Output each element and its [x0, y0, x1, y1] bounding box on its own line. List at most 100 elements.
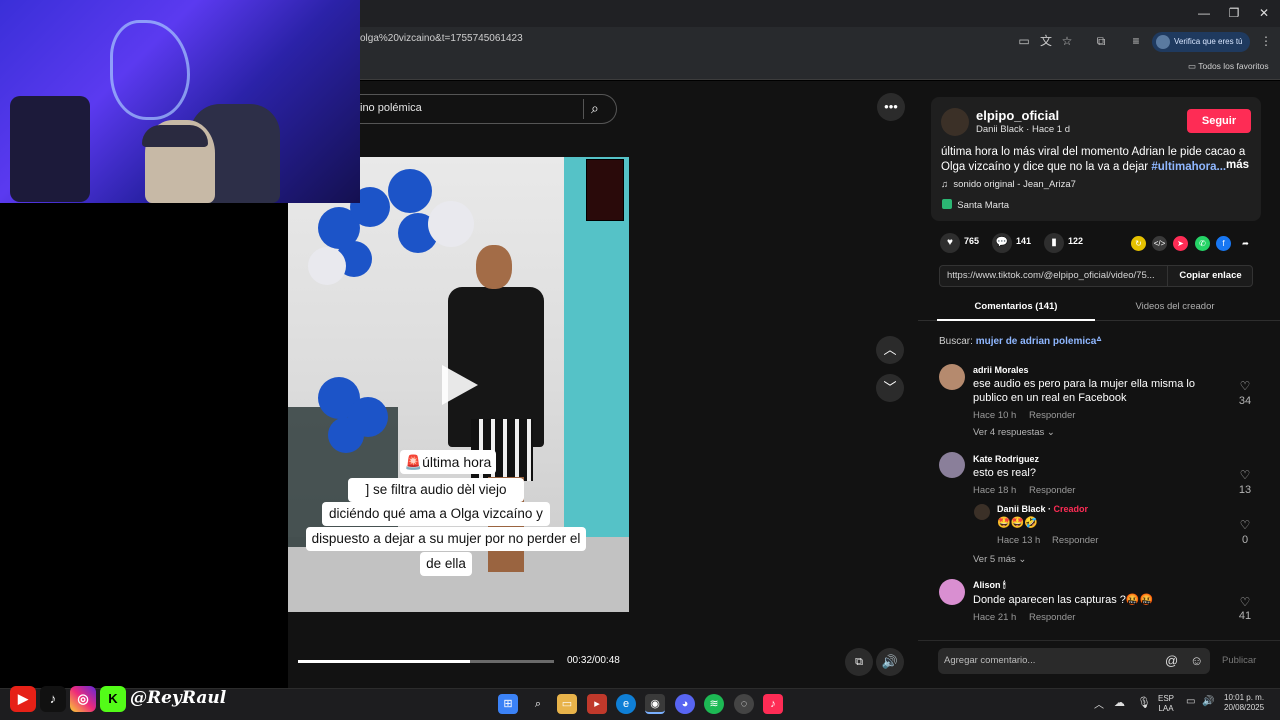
- more-link[interactable]: más: [1226, 159, 1249, 171]
- taskbar-search-icon[interactable]: ⌕: [528, 694, 548, 714]
- microphone-icon[interactable]: 🎙: [1137, 696, 1151, 709]
- reply-like-icon[interactable]: ♡: [1233, 518, 1257, 532]
- language-indicator[interactable]: ESP LAA: [1158, 694, 1174, 714]
- volume-icon[interactable]: 🔊: [876, 648, 904, 676]
- comment-time: Hace 18 h: [973, 485, 1017, 496]
- profile-avatar: [1156, 35, 1170, 49]
- reply-button[interactable]: Responder: [1029, 485, 1075, 496]
- pip-icon[interactable]: ⧉: [845, 648, 873, 676]
- comment-time: Hace 10 h: [973, 410, 1017, 421]
- mention-icon[interactable]: @: [1165, 653, 1178, 668]
- commenter-avatar[interactable]: [939, 579, 965, 605]
- minimize-button[interactable]: —: [1194, 4, 1214, 22]
- commenter-avatar[interactable]: [939, 364, 965, 390]
- video-person-head: [476, 245, 512, 289]
- webcam-overlay: [0, 0, 360, 203]
- share-arrow-icon[interactable]: ➦: [1238, 236, 1253, 251]
- profile-verify-chip[interactable]: Verifica que eres tú: [1152, 32, 1250, 52]
- comment-like-count: 34: [1238, 395, 1252, 407]
- network-icon[interactable]: ▭: [1186, 696, 1195, 707]
- comment-text: Donde aparecen las capturas ?🤬🤬: [973, 594, 1154, 606]
- app-icon[interactable]: ▸: [587, 694, 607, 714]
- follow-button[interactable]: Seguir: [1187, 109, 1251, 133]
- video-caption-line-2: diciéndo qué ama a Olga vizcaíno y que e…: [322, 502, 550, 545]
- cast-icon[interactable]: ▭: [1016, 33, 1032, 49]
- comment-like-icon[interactable]: ♡: [1233, 468, 1257, 482]
- emoji-icon[interactable]: ☺: [1190, 653, 1203, 668]
- all-favorites-link[interactable]: ▭ Todos los favoritos: [1188, 61, 1269, 72]
- kick-icon: K: [100, 686, 126, 712]
- start-icon[interactable]: ⊞: [498, 694, 518, 714]
- view-more-replies-link[interactable]: Ver 5 más ⌄: [973, 554, 1026, 565]
- reply-button[interactable]: Responder: [1029, 410, 1075, 421]
- copy-link-button[interactable]: Copiar enlace: [1167, 265, 1253, 287]
- translate-icon[interactable]: 文: [1038, 33, 1054, 49]
- play-icon[interactable]: [442, 365, 478, 405]
- clock[interactable]: 10:01 p. m. 20/08/2025: [1224, 693, 1264, 713]
- reply-button[interactable]: Responder: [1029, 612, 1075, 623]
- next-video-icon[interactable]: ﹀: [876, 374, 904, 402]
- spotify-icon[interactable]: ≋: [704, 694, 724, 714]
- embed-icon[interactable]: </>: [1152, 236, 1167, 251]
- creator-badge: Creador: [1053, 504, 1089, 514]
- chrome-icon[interactable]: ◉: [645, 694, 665, 714]
- edge-icon[interactable]: e: [616, 694, 636, 714]
- video-time: 00:32/00:48: [567, 655, 620, 666]
- comment-author[interactable]: Alison 🕯: [973, 580, 1006, 591]
- comment-placeholder[interactable]: Agregar comentario...: [944, 655, 1035, 666]
- search-input[interactable]: ino polémica: [360, 102, 422, 114]
- video-progress-fill[interactable]: [298, 660, 470, 663]
- previous-video-icon[interactable]: ︿: [876, 336, 904, 364]
- reply-button[interactable]: Responder: [1052, 535, 1098, 546]
- comment-like-icon[interactable]: ♡: [1233, 595, 1257, 609]
- reply-author[interactable]: Danii Black · Creador: [997, 504, 1088, 514]
- obs-icon[interactable]: ◌: [734, 694, 754, 714]
- heart-icon[interactable]: ♥: [940, 233, 960, 253]
- comment-icon[interactable]: 💬: [992, 233, 1012, 253]
- tab-creator-videos[interactable]: Videos del creador: [1100, 301, 1250, 312]
- location-tag[interactable]: Santa Marta: [942, 199, 1009, 211]
- menu-kebab-icon[interactable]: ⋮: [1258, 33, 1274, 49]
- onedrive-icon[interactable]: ☁: [1114, 696, 1125, 709]
- post-description: última hora lo más viral del momento Adr…: [941, 146, 1246, 173]
- search-suggestion[interactable]: Buscar: mujer de adrian polemicaᐞ: [939, 336, 1102, 347]
- video-link[interactable]: https://www.tiktok.com/@elpipo_oficial/v…: [947, 270, 1165, 281]
- like-count: 765: [964, 236, 980, 246]
- author-avatar[interactable]: [941, 108, 969, 136]
- instagram-icon: ◎: [70, 686, 96, 712]
- close-window-button[interactable]: ✕: [1254, 4, 1274, 22]
- facebook-icon[interactable]: f: [1216, 236, 1231, 251]
- author-subname: Danii Black · Hace 1 d: [976, 124, 1070, 135]
- streamer-handle: @ReyRaul: [130, 688, 227, 708]
- bookmark-icon[interactable]: ▮: [1044, 233, 1064, 253]
- commenter-avatar[interactable]: [939, 452, 965, 478]
- file-explorer-icon[interactable]: ▭: [557, 694, 577, 714]
- author-username[interactable]: elpipo_oficial: [976, 108, 1059, 123]
- more-options-icon[interactable]: •••: [877, 93, 905, 121]
- reading-list-icon[interactable]: ≡: [1128, 33, 1144, 49]
- whatsapp-icon[interactable]: ✆: [1195, 236, 1210, 251]
- url-text[interactable]: olga%20vizcaino&t=1755745061423: [360, 33, 523, 44]
- bookmark-star-icon[interactable]: ☆: [1059, 33, 1075, 49]
- restore-button[interactable]: ❐: [1224, 4, 1244, 22]
- view-replies-link[interactable]: Ver 4 respuestas ⌄: [973, 427, 1055, 438]
- discord-icon[interactable]: ◕: [675, 694, 695, 714]
- creator-avatar[interactable]: [974, 504, 990, 520]
- publish-button[interactable]: Publicar: [1222, 655, 1256, 666]
- left-gutter: [0, 203, 288, 688]
- tiktok-app-icon[interactable]: ♪: [763, 694, 783, 714]
- speaker-icon[interactable]: 🔊: [1202, 696, 1214, 707]
- comment-author[interactable]: Kate Rodriguez: [973, 454, 1039, 464]
- hashtag-link[interactable]: #ultimahora...: [1151, 161, 1226, 173]
- send-icon[interactable]: ➤: [1173, 236, 1188, 251]
- comment-like-icon[interactable]: ♡: [1233, 379, 1257, 393]
- tab-comments[interactable]: Comentarios (141): [937, 301, 1095, 312]
- sound-link[interactable]: ♫ sonido original - Jean_Ariza7: [941, 179, 1076, 190]
- video-caption-line-3: dispuesto a dejar a su mujer por no perd…: [306, 527, 586, 570]
- comment-author[interactable]: adrii Morales: [973, 365, 1029, 375]
- share-repost-icon[interactable]: ↻: [1131, 236, 1146, 251]
- tray-overflow-icon[interactable]: ︿: [1094, 696, 1104, 711]
- extensions-icon[interactable]: ⧉: [1093, 33, 1109, 49]
- tab-active-indicator: [937, 319, 1095, 321]
- search-icon[interactable]: ⌕: [591, 100, 599, 117]
